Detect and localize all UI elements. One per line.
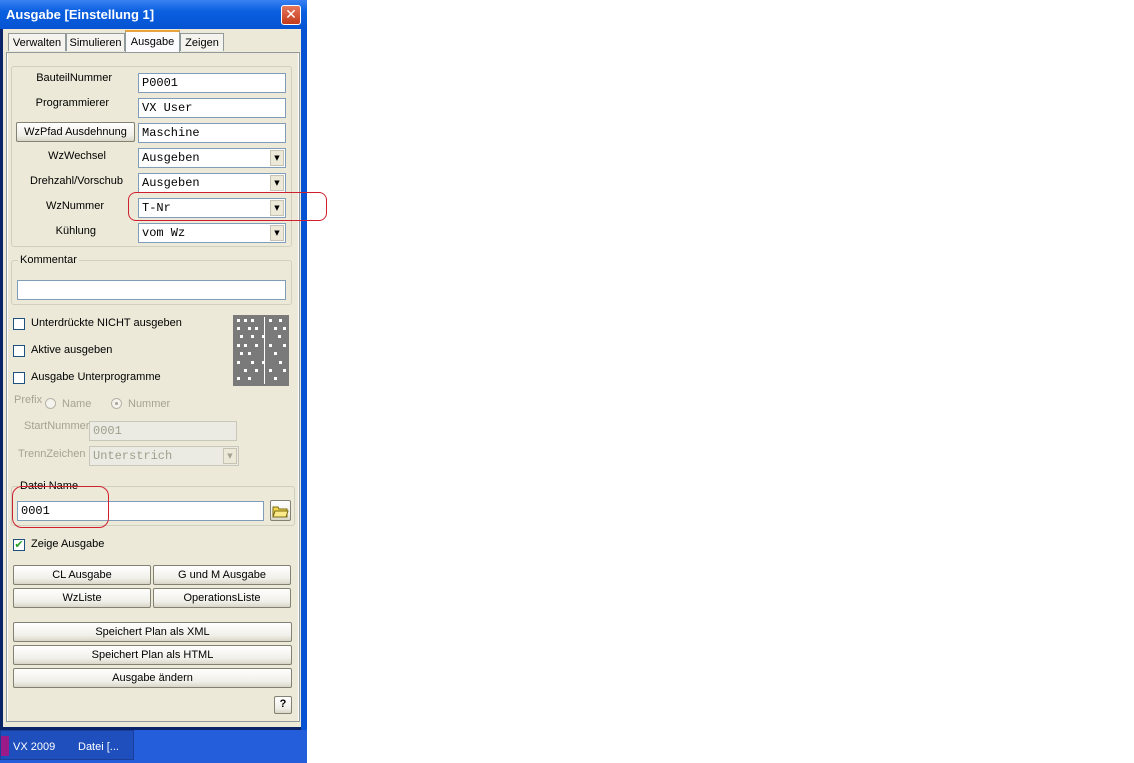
title-bar[interactable]: Ausgabe [Einstellung 1] ✕ xyxy=(0,0,307,29)
drehzahl-label: Drehzahl/Vorschub xyxy=(30,175,123,187)
programmierer-input[interactable]: VX User xyxy=(138,98,286,118)
aktive-label: Aktive ausgeben xyxy=(31,344,113,356)
unterdrueckte-checkbox[interactable] xyxy=(13,318,25,330)
window-title: Ausgabe [Einstellung 1] xyxy=(6,7,155,22)
wzwechsel-label: WzWechsel xyxy=(48,150,106,162)
wzpfad-input[interactable]: Maschine xyxy=(138,123,286,143)
chevron-down-icon[interactable]: ▼ xyxy=(270,150,284,166)
unterprogramme-label: Ausgabe Unterprogramme xyxy=(31,371,161,383)
aktive-checkbox[interactable] xyxy=(13,345,25,357)
vx-logo-icon xyxy=(1,736,9,756)
prefix-nummer-label: Nummer xyxy=(128,398,171,410)
help-icon: ? xyxy=(279,698,287,710)
drehzahl-select[interactable]: Ausgeben ▼ xyxy=(138,173,286,193)
chevron-down-icon[interactable]: ▼ xyxy=(270,225,284,241)
prefix-nummer-radio[interactable] xyxy=(111,398,122,409)
zeige-ausgabe-label: Zeige Ausgabe xyxy=(31,538,105,550)
wzwechsel-value: Ausgeben xyxy=(142,151,200,165)
folder-icon xyxy=(272,506,289,518)
save-plan-html-button[interactable]: Speichert Plan als HTML xyxy=(13,645,292,665)
tab-ausgabe[interactable]: Ausgabe xyxy=(125,30,180,52)
wznummer-label: WzNummer xyxy=(45,200,104,212)
g-und-m-ausgabe-button[interactable]: G und M Ausgabe xyxy=(153,565,291,585)
taskbar-app-button[interactable]: VX 2009 Datei [... xyxy=(0,730,134,760)
window-border xyxy=(301,29,307,730)
startnummer-input[interactable]: 0001 xyxy=(89,421,237,441)
save-plan-xml-button[interactable]: Speichert Plan als XML xyxy=(13,622,292,642)
wzpfad-ausdehnung-button[interactable]: WzPfad Ausdehnung xyxy=(16,122,135,142)
tab-simulieren[interactable]: Simulieren xyxy=(66,33,125,51)
browse-folder-button[interactable] xyxy=(270,500,291,521)
drehzahl-value: Ausgeben xyxy=(142,176,200,190)
trennzeichen-value: Unterstrich xyxy=(93,449,173,463)
bauteilnummer-label: BauteilNummer xyxy=(36,72,112,84)
prefix-name-radio[interactable] xyxy=(45,398,56,409)
wzliste-button[interactable]: WzListe xyxy=(13,588,151,608)
cl-ausgabe-button[interactable]: CL Ausgabe xyxy=(13,565,151,585)
taskbar: VX 2009 Datei [... xyxy=(0,730,307,763)
tab-zeigen[interactable]: Zeigen xyxy=(180,33,224,51)
taskbar-app-label: VX 2009 xyxy=(13,741,56,753)
kuehlung-label: Kühlung xyxy=(55,225,96,237)
ausgabe-aendern-button[interactable]: Ausgabe ändern xyxy=(13,668,292,688)
prefix-label: Prefix xyxy=(14,394,43,406)
chevron-down-icon[interactable]: ▼ xyxy=(270,175,284,191)
taskbar-item-label[interactable]: Datei [... xyxy=(78,741,119,753)
operationsliste-button[interactable]: OperationsListe xyxy=(153,588,291,608)
kommentar-input[interactable] xyxy=(17,280,286,300)
chevron-down-icon[interactable]: ▼ xyxy=(223,448,237,464)
help-button[interactable]: ? xyxy=(274,696,292,714)
programmierer-label: Programmierer xyxy=(35,97,109,109)
unterdrueckte-label: Unterdrückte NICHT ausgeben xyxy=(31,317,182,329)
kuehlung-value: vom Wz xyxy=(142,226,186,240)
prefix-name-label: Name xyxy=(62,398,92,410)
wzwechsel-select[interactable]: Ausgeben ▼ xyxy=(138,148,286,168)
trennzeichen-label: TrennZeichen xyxy=(18,448,86,460)
bauteilnummer-input[interactable]: P0001 xyxy=(138,73,286,93)
startnummer-label: StartNummer xyxy=(24,420,90,432)
close-button[interactable]: ✕ xyxy=(281,5,301,25)
pattern-icon xyxy=(233,315,289,386)
trennzeichen-select[interactable]: Unterstrich ▼ xyxy=(89,446,239,466)
annotation-highlight-datei xyxy=(12,486,109,528)
kuehlung-select[interactable]: vom Wz ▼ xyxy=(138,223,286,243)
unterprogramme-checkbox[interactable] xyxy=(13,372,25,384)
kommentar-title: Kommentar xyxy=(18,254,79,266)
zeige-ausgabe-checkbox[interactable]: ✔ xyxy=(13,539,25,551)
annotation-highlight-wznummer xyxy=(128,192,327,221)
tab-verwalten[interactable]: Verwalten xyxy=(8,33,66,51)
